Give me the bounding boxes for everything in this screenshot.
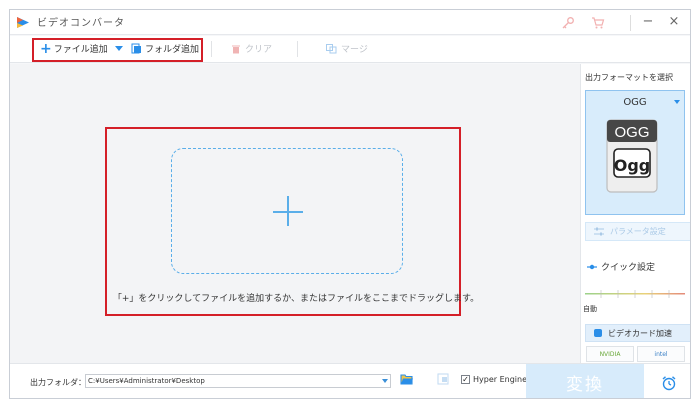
plus-icon: + [40,40,52,57]
parameter-settings-button[interactable]: パラメータ設定 [585,222,690,241]
add-folder-label: フォルダ追加 [145,45,200,55]
merge-icon [326,43,337,53]
ogg-file-icon: OGG Ogg [606,119,658,193]
quality-slider[interactable] [585,287,685,301]
gpu-acceleration-label: ビデオカード加速 [608,328,672,338]
output-path-field[interactable]: C:¥Users¥Administrator¥Desktop [85,374,391,388]
app-window: ビデオコンバータ − × + ファイル追加 フォルダ追加 クリア マージ 「+」… [9,9,691,399]
drop-zone[interactable] [171,148,403,274]
add-file-button[interactable]: + ファイル追加 [40,40,108,57]
close-button[interactable]: × [665,13,683,31]
nvidia-label: NVIDIA [599,350,621,358]
cart-icon[interactable] [591,16,605,30]
alarm-clock-icon[interactable] [661,375,677,391]
quick-settings-icon [587,264,597,269]
add-file-label: ファイル追加 [53,45,108,55]
add-plus-icon-vertical [287,196,289,226]
clear-label: クリア [245,45,273,55]
folder-icon [131,43,141,54]
ogg-icon-label: OGG [614,124,649,141]
hyper-engine-label: Hyper Engine [473,375,527,384]
intel-label: intel [654,350,668,358]
nvidia-badge: NVIDIA [586,346,634,362]
trash-icon [232,45,240,53]
gpu-acceleration-toggle[interactable]: ビデオカード加速 [585,324,690,342]
output-format-title: 出力フォーマットを選択 [585,73,673,82]
toolbar: + ファイル追加 フォルダ追加 クリア マージ [10,36,690,63]
merge-button[interactable]: マージ [326,42,368,55]
minimize-button[interactable]: − [639,13,657,31]
hyper-engine-option[interactable]: ✓ Hyper Engine [461,375,527,384]
add-file-dropdown[interactable] [115,46,123,51]
output-settings-panel: 出力フォーマットを選択 OGG OGG Ogg パラメータ設定 クイック設定 自… [580,64,690,363]
export-icon[interactable] [437,373,451,386]
format-selector[interactable]: OGG OGG Ogg [585,90,685,215]
merge-label: マージ [341,45,368,55]
toolbar-separator [211,41,212,57]
chevron-down-icon[interactable] [674,100,680,104]
drop-hint-text: 「+」をクリックしてファイルを追加するか、またはファイルをここまでドラッグします… [112,294,480,304]
file-list-area: 「+」をクリックしてファイルを追加するか、またはファイルをここまでドラッグします… [10,64,580,363]
quick-settings-label: クイック設定 [601,263,656,273]
convert-button[interactable]: 変換 [526,364,644,398]
app-logo-icon [17,17,29,28]
title-separator [630,15,631,31]
output-folder-label: 出力フォルダ： [30,378,86,387]
chevron-down-icon[interactable] [382,379,388,383]
open-folder-icon[interactable] [400,373,414,386]
parameter-settings-label: パラメータ設定 [610,227,666,236]
ogg-logo-text: Ogg [614,156,651,175]
output-path-value: C:¥Users¥Administrator¥Desktop [88,377,205,385]
bottom-bar: 出力フォルダ： C:¥Users¥Administrator¥Desktop ✓… [10,363,690,398]
title-bar: ビデオコンバータ − × [10,10,690,35]
add-folder-button[interactable]: フォルダ追加 [131,42,199,55]
window-title: ビデオコンバータ [37,18,125,29]
gpu-chip-icon [594,329,602,337]
slider-auto-label: 自動 [583,305,597,313]
clear-button[interactable]: クリア [231,42,272,55]
chevron-down-icon [115,46,123,51]
quick-settings[interactable]: クイック設定 [587,260,655,273]
intel-badge: intel [637,346,685,362]
hyper-engine-checkbox[interactable]: ✓ [461,375,470,384]
toolbar-separator [297,41,298,57]
key-icon[interactable] [561,16,575,30]
sliders-icon [594,227,604,236]
format-name: OGG [623,97,647,108]
